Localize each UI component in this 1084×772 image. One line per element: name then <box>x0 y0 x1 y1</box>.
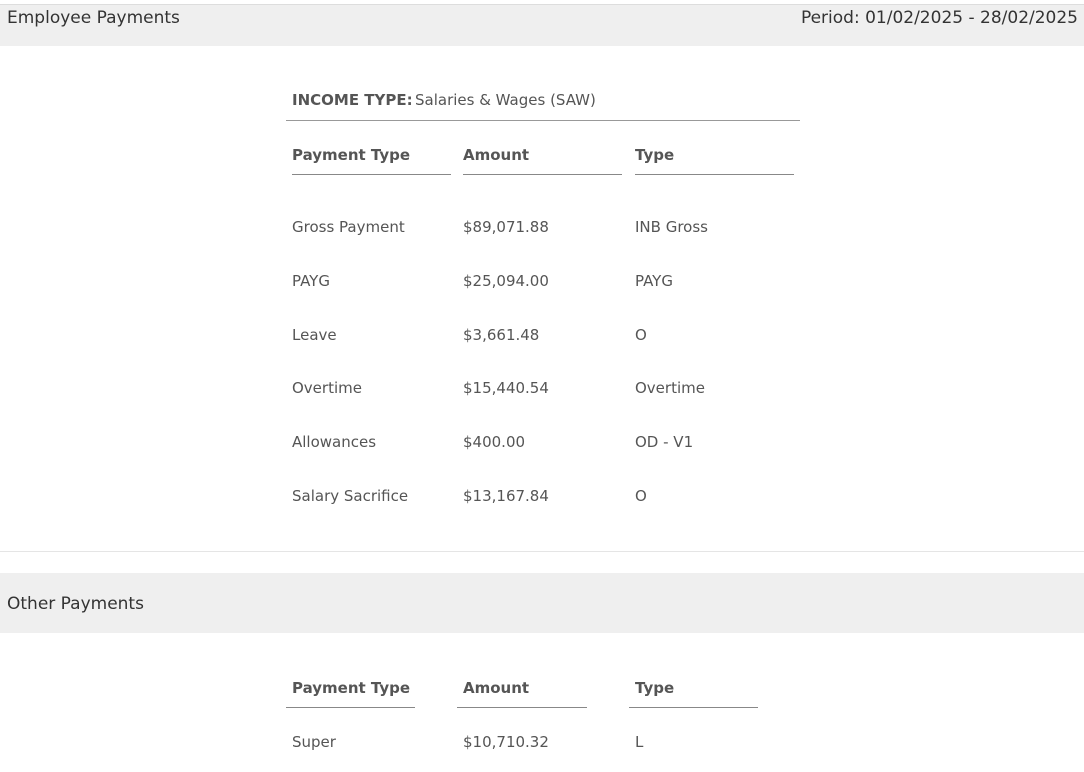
column-header-label: Type <box>635 146 675 164</box>
column-header-label: Amount <box>463 146 530 164</box>
cell-amount: $25,094.00 <box>463 272 549 290</box>
cell-type: PAYG <box>635 272 673 290</box>
other-payments-title: Other Payments <box>7 594 144 614</box>
cell-amount: $10,710.32 <box>463 733 549 751</box>
cell-payment-type: Allowances <box>292 433 377 451</box>
column-header-label: Payment Type <box>292 146 411 164</box>
cell-payment-type: Overtime <box>292 379 362 397</box>
cell-type: INB Gross <box>635 218 708 236</box>
cell-amount: $3,661.48 <box>463 326 540 344</box>
payment-summary-page: Employee Payments Period: 01/02/2025 - 2… <box>0 0 1084 772</box>
income-type-value: Salaries & Wages (SAW) <box>415 91 596 109</box>
cell-amount: $400.00 <box>463 433 526 451</box>
cell-type: L <box>635 733 644 751</box>
cell-type: O <box>635 487 647 505</box>
column-header-type: Type <box>629 678 758 708</box>
column-header-amount: Amount <box>463 145 622 175</box>
cell-payment-type: Super <box>292 733 336 751</box>
column-header-payment-type: Payment Type <box>292 145 451 175</box>
column-header-type: Type <box>635 145 794 175</box>
cell-payment-type: Leave <box>292 326 337 344</box>
cell-type: Overtime <box>635 379 705 397</box>
period-label: Period: 01/02/2025 - 28/02/2025 <box>800 8 1078 28</box>
cell-amount: $15,440.54 <box>463 379 549 397</box>
column-header-label: Payment Type <box>292 679 411 697</box>
section-divider <box>0 551 1084 552</box>
employee-payments-title: Employee Payments <box>7 8 180 28</box>
cell-amount: $89,071.88 <box>463 218 549 236</box>
column-header-amount: Amount <box>457 678 587 708</box>
cell-payment-type: Gross Payment <box>292 218 405 236</box>
income-type-row: INCOME TYPE: Salaries & Wages (SAW) <box>286 90 800 121</box>
cell-payment-type: PAYG <box>292 272 330 290</box>
cell-payment-type: Salary Sacrifice <box>292 487 409 505</box>
other-payments-header: Other Payments <box>0 573 1084 633</box>
employee-payments-header: Employee Payments Period: 01/02/2025 - 2… <box>0 5 1084 46</box>
column-header-label: Type <box>635 679 675 697</box>
income-type-label: INCOME TYPE: <box>292 91 413 109</box>
cell-amount: $13,167.84 <box>463 487 549 505</box>
column-header-payment-type: Payment Type <box>286 678 415 708</box>
cell-type: O <box>635 326 647 344</box>
cell-type: OD - V1 <box>635 433 694 451</box>
column-header-label: Amount <box>463 679 530 697</box>
